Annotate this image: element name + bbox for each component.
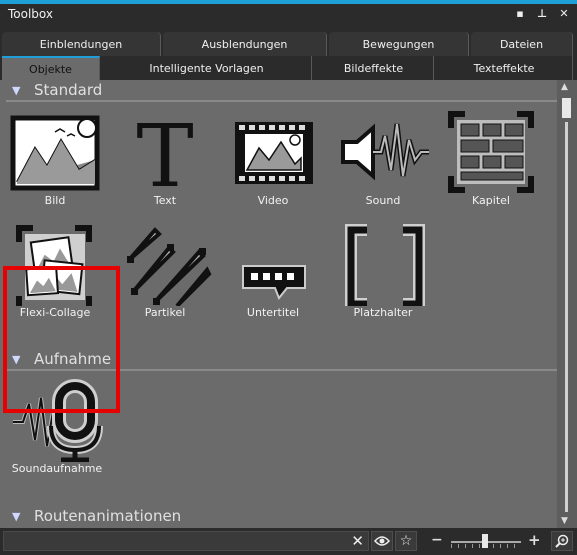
- filmstrip-icon: [223, 110, 323, 194]
- tab-label: Ausblendungen: [201, 37, 288, 51]
- item-label: Partikel: [144, 306, 186, 319]
- item-label: Platzhalter: [353, 306, 413, 319]
- item-label: Text: [153, 194, 177, 207]
- preview-eye-button[interactable]: [371, 531, 393, 551]
- tab-row-top: Einblendungen Ausblendungen Bewegungen D…: [0, 26, 577, 56]
- chapter-icon: [441, 110, 541, 194]
- item-kapitel[interactable]: Kapitel: [436, 110, 546, 207]
- vertical-scrollbar[interactable]: ▲ ▼: [557, 80, 577, 528]
- tab-label: Einblendungen: [39, 37, 123, 51]
- tab-label: Bewegungen: [362, 37, 435, 51]
- scroll-up-icon[interactable]: ▲: [561, 82, 568, 92]
- tab-label: Intelligente Vorlagen: [149, 61, 264, 75]
- tab-objekte[interactable]: Objekte: [2, 56, 100, 80]
- scroll-thumb[interactable]: [562, 98, 571, 118]
- window-controls: ▪ ⊥ ✕: [513, 7, 571, 21]
- magnifier-icon: [555, 534, 569, 548]
- eye-icon: [374, 536, 390, 546]
- item-label: Soundaufnahme: [11, 462, 103, 475]
- section-title: Routenanimationen: [34, 507, 182, 525]
- tab-ausblendungen[interactable]: Ausblendungen: [163, 32, 327, 56]
- item-partikel[interactable]: Partikel: [110, 222, 220, 319]
- tab-dateien[interactable]: Dateien: [471, 32, 573, 56]
- window-title: Toolbox: [8, 7, 53, 21]
- bottom-toolbar: ✕ ☆ − +: [0, 528, 577, 555]
- pin-icon[interactable]: ⊥: [535, 7, 549, 21]
- selection-highlight: [3, 266, 120, 413]
- item-label: Untertitel: [246, 306, 300, 319]
- tab-einblendungen[interactable]: Einblendungen: [2, 32, 161, 56]
- tab-bildeffekte[interactable]: Bildeffekte: [314, 56, 434, 80]
- section-standard-header[interactable]: ▼ Standard: [0, 80, 557, 102]
- section-divider: [6, 100, 557, 102]
- tab-label: Dateien: [499, 37, 544, 51]
- item-text[interactable]: T Text: [110, 107, 220, 207]
- maximize-icon[interactable]: ▪: [513, 7, 527, 21]
- search-input[interactable]: [4, 534, 344, 553]
- particles-icon: [115, 222, 215, 308]
- zoom-reset-button[interactable]: [551, 531, 573, 551]
- item-label: Sound: [365, 194, 401, 207]
- speaker-icon: [333, 110, 433, 194]
- star-icon: ☆: [399, 533, 413, 549]
- item-video[interactable]: Video: [218, 110, 328, 207]
- item-sound[interactable]: Sound: [328, 110, 438, 207]
- zoom-in-icon[interactable]: +: [528, 531, 541, 549]
- item-untertitel[interactable]: Untertitel: [218, 222, 328, 319]
- tab-texteffekte[interactable]: Texteffekte: [436, 56, 573, 80]
- subtitle-bubble-icon: [223, 222, 323, 306]
- image-icon: [5, 110, 105, 194]
- tab-label: Bildeffekte: [343, 61, 404, 75]
- tab-label: Objekte: [29, 62, 72, 76]
- clear-search-icon[interactable]: ✕: [351, 532, 364, 550]
- placeholder-brackets-icon: [333, 222, 433, 310]
- item-platzhalter[interactable]: Platzhalter: [328, 222, 438, 319]
- zoom-out-icon[interactable]: −: [431, 532, 443, 548]
- section-routenanimationen-header[interactable]: ▼ Routenanimationen: [0, 506, 557, 528]
- item-label: Kapitel: [472, 194, 510, 207]
- close-icon[interactable]: ✕: [557, 7, 571, 21]
- collapse-triangle-icon[interactable]: ▼: [12, 510, 20, 523]
- search-box: ✕: [3, 531, 369, 553]
- scroll-track[interactable]: [565, 122, 568, 512]
- svg-text:T: T: [136, 110, 193, 194]
- favorites-button[interactable]: ☆: [395, 531, 417, 551]
- collapse-triangle-icon[interactable]: ▼: [12, 84, 20, 97]
- item-label: Video: [257, 194, 289, 207]
- text-icon: T: [115, 107, 215, 207]
- tab-bewegungen[interactable]: Bewegungen: [329, 32, 469, 56]
- item-bild[interactable]: Bild: [0, 110, 110, 207]
- item-label: Bild: [44, 194, 66, 207]
- window-titlebar: Toolbox ▪ ⊥ ✕: [0, 0, 577, 26]
- section-title: Standard: [34, 81, 103, 99]
- zoom-slider-thumb[interactable]: [482, 534, 488, 548]
- scroll-down-icon[interactable]: ▼: [561, 516, 568, 526]
- tab-row-bottom: Objekte Intelligente Vorlagen Bildeffekt…: [0, 56, 577, 80]
- tab-label: Texteffekte: [473, 61, 535, 75]
- tab-intelligente-vorlagen[interactable]: Intelligente Vorlagen: [102, 56, 312, 80]
